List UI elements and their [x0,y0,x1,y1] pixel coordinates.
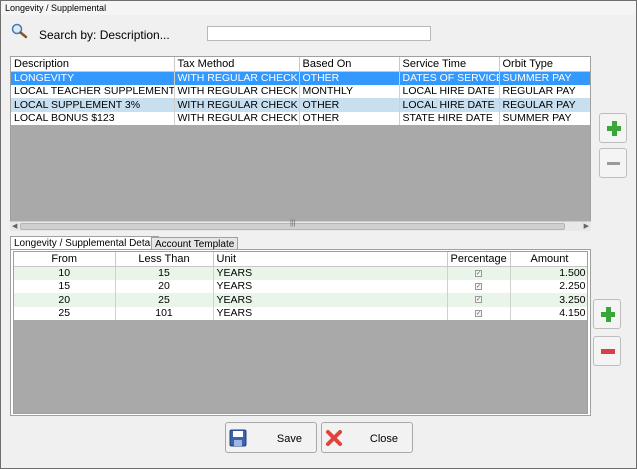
cell-less-than[interactable]: 20 [115,279,214,293]
column-header-percentage[interactable]: Percentage [447,252,511,267]
scroll-right-icon[interactable]: ▶ [584,222,589,230]
tab-longevity-detail[interactable]: Longevity / Supplemental Detail [10,236,159,250]
column-header-tax-method[interactable]: Tax Method [174,57,300,72]
percentage-checkbox[interactable]: ✓ [475,269,482,277]
table-row[interactable]: 10 15 YEARS ✓ 1.500 [14,266,587,280]
search-icon[interactable] [11,23,29,39]
scroll-left-icon[interactable]: ◀ [12,222,17,230]
longevity-table: Description Tax Method Based On Service … [10,56,591,231]
window-title: Longevity / Supplemental [1,1,636,15]
cell-amount[interactable]: 1.500 [510,266,587,280]
cell-orbit-type: REGULAR PAY [499,98,590,112]
cell-less-than[interactable]: 25 [115,293,214,307]
cell-tax-method: WITH REGULAR CHECK [174,71,300,85]
longevity-window: Longevity / Supplemental Search by: Desc… [0,0,637,469]
column-header-amount[interactable]: Amount [510,252,587,267]
table-row[interactable]: LOCAL BONUS $123 WITH REGULAR CHECK OTHE… [11,111,590,125]
cell-based-on: OTHER [299,98,400,112]
add-detail-button[interactable] [593,299,621,329]
save-label: Save [276,433,302,445]
cell-description: LONGEVITY [11,71,175,85]
column-header-orbit-type[interactable]: Orbit Type [499,57,590,72]
save-button[interactable]: Save [225,422,317,453]
search-input[interactable] [207,26,431,41]
table-row[interactable]: 20 25 YEARS ✓ 3.250 [14,293,587,307]
cell-service-time: STATE HIRE DATE [399,111,500,125]
horizontal-scrollbar[interactable]: ◀ ||| ▶ [10,220,591,231]
scroll-grip-icon: ||| [290,220,296,227]
column-header-from[interactable]: From [14,252,116,267]
cell-description: LOCAL SUPPLEMENT 3% [11,98,175,112]
cell-tax-method: WITH REGULAR CHECK [174,111,300,125]
column-header-description[interactable]: Description [11,57,175,72]
cell-service-time: DATES OF SERVICE [399,71,500,85]
cell-from[interactable]: 10 [14,266,116,280]
cell-service-time: LOCAL HIRE DATE [399,98,500,112]
cell-description: LOCAL BONUS $123 [11,111,175,125]
table-header: Description Tax Method Based On Service … [11,57,590,72]
cell-unit[interactable]: YEARS [213,306,448,320]
cell-from[interactable]: 20 [14,293,116,307]
cell-less-than[interactable]: 101 [115,306,214,320]
table-row[interactable]: 25 101 YEARS ✓ 4.150 [14,306,587,320]
cell-less-than[interactable]: 15 [115,266,214,280]
cell-tax-method: WITH REGULAR CHECK [174,98,300,112]
cell-from[interactable]: 25 [14,306,116,320]
cell-amount[interactable]: 2.250 [510,279,587,293]
cell-orbit-type: SUMMER PAY [499,111,590,125]
minus-icon [601,349,615,354]
cell-orbit-type: SUMMER PAY [499,71,590,85]
table-row[interactable]: 15 20 YEARS ✓ 2.250 [14,279,587,293]
cell-tax-method: WITH REGULAR CHECK [174,84,300,98]
detail-table: From Less Than Unit Percentage Amount 10… [13,251,588,414]
cell-unit[interactable]: YEARS [213,293,448,307]
minus-icon [607,162,620,165]
close-icon [325,429,343,450]
cell-description: LOCAL TEACHER SUPPLEMENT [11,84,175,98]
close-label: Close [369,433,398,445]
cell-based-on: MONTHLY [299,84,400,98]
cell-orbit-type: REGULAR PAY [499,84,590,98]
column-header-unit[interactable]: Unit [213,252,448,267]
cell-service-time: LOCAL HIRE DATE [399,84,500,98]
close-button[interactable]: Close [321,422,413,453]
remove-detail-button[interactable] [593,336,621,366]
column-header-service-time[interactable]: Service Time [399,57,500,72]
percentage-checkbox[interactable]: ✓ [475,282,482,290]
search-label: Search by: Description... [39,28,170,42]
percentage-checkbox[interactable]: ✓ [475,296,482,304]
table-row[interactable]: LONGEVITY WITH REGULAR CHECK OTHER DATES… [11,71,590,85]
table-row[interactable]: LOCAL SUPPLEMENT 3% WITH REGULAR CHECK O… [11,98,590,112]
cell-based-on: OTHER [299,71,400,85]
add-longevity-button[interactable] [599,113,627,143]
cell-based-on: OTHER [299,111,400,125]
column-header-based-on[interactable]: Based On [299,57,400,72]
cell-from[interactable]: 15 [14,279,116,293]
percentage-checkbox[interactable]: ✓ [475,309,482,317]
remove-longevity-button[interactable] [599,148,627,178]
cell-amount[interactable]: 4.150 [510,306,587,320]
cell-amount[interactable]: 3.250 [510,293,587,307]
table-row[interactable]: LOCAL TEACHER SUPPLEMENT WITH REGULAR CH… [11,84,590,98]
cell-unit[interactable]: YEARS [213,279,448,293]
column-header-less-than[interactable]: Less Than [115,252,214,267]
cell-unit[interactable]: YEARS [213,266,448,280]
table-header: From Less Than Unit Percentage Amount [14,252,587,267]
floppy-disk-icon [229,429,247,450]
